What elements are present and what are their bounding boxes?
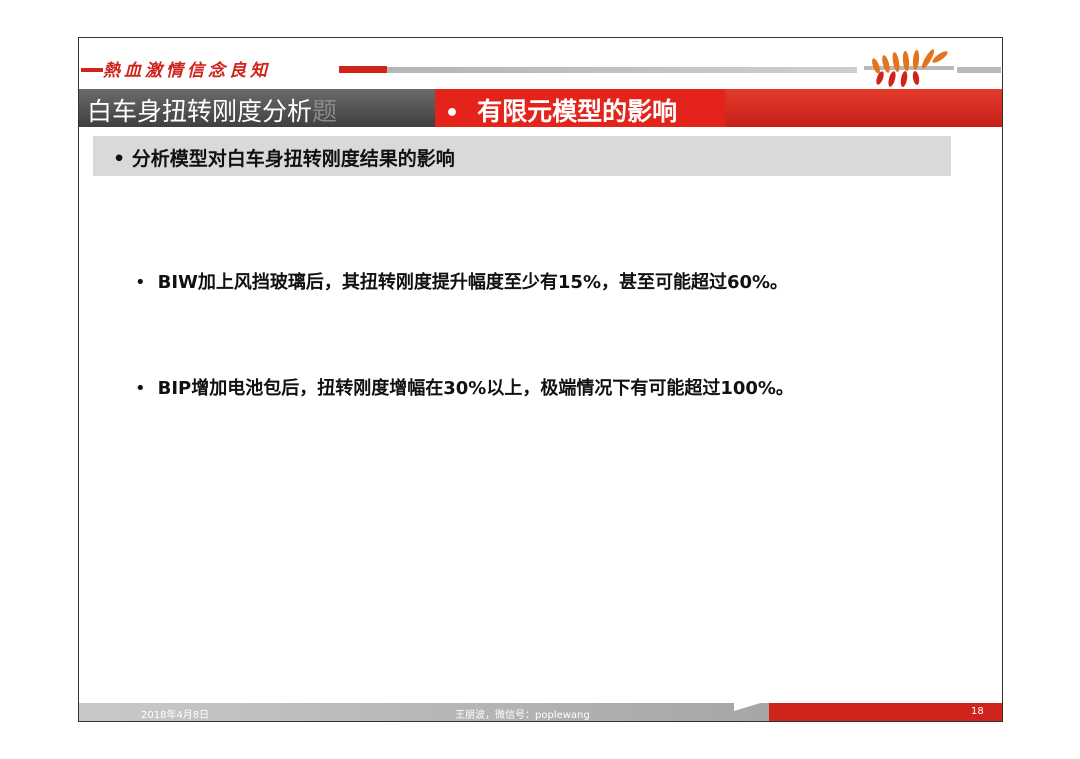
bullet-item: • BIP增加电池包后，扭转刚度增幅在30%以上，极端情况下有可能超过100%。 (135, 374, 794, 400)
bullet-item: • BIW加上风挡玻璃后，其扭转刚度提升幅度至少有15%，甚至可能超过60%。 (135, 268, 788, 294)
topic-bullet: • (445, 101, 460, 126)
subtitle-text: • 分析模型对白车身扭转刚度结果的影响 (113, 144, 455, 171)
section-title-text: 白车身扭转刚度分析 (87, 97, 313, 126)
slide: 熱血激情信念良知 白车身扭转刚度分析题 • 有限元模型的影响 • 分析模型对白车… (78, 37, 1003, 722)
slide-section-title: 白车身扭转刚度分析题 (87, 92, 337, 128)
bullet-mark: • (135, 272, 146, 293)
subtitle-band: • 分析模型对白车身扭转刚度结果的影响 (93, 136, 951, 176)
bullet-text: BIW加上风挡玻璃后，其扭转刚度提升幅度至少有15%，甚至可能超过60%。 (157, 272, 789, 293)
slide-topic-title: • 有限元模型的影响 (445, 92, 677, 128)
header-motto: 熱血激情信念良知 (103, 61, 271, 81)
footer-date: 2018年4月8日 (141, 710, 210, 721)
bullet-mark: • (135, 378, 146, 399)
subtitle-bullet: • (113, 148, 126, 170)
header-gray-bar-right (957, 67, 1001, 73)
subtitle-label: 分析模型对白车身扭转刚度结果的影响 (131, 148, 455, 170)
leaf-decoration-icon (864, 49, 954, 87)
section-title-faded-text: 题 (312, 97, 338, 126)
footer-red-bar (769, 703, 1002, 721)
topic-title-text: 有限元模型的影响 (477, 97, 678, 126)
header-red-bar (339, 66, 387, 73)
header-gray-bar (387, 67, 857, 73)
footer-wedge (734, 699, 774, 711)
header-red-bar-left (81, 68, 103, 72)
page-number: 18 (971, 706, 984, 717)
slide-footer: 2018年4月8日 王朋波，微信号：poplewang 18 (79, 699, 1002, 721)
footer-author: 王朋波，微信号：poplewang (455, 710, 590, 721)
bullet-text: BIP增加电池包后，扭转刚度增幅在30%以上，极端情况下有可能超过100%。 (157, 378, 794, 399)
title-band: 白车身扭转刚度分析题 • 有限元模型的影响 (79, 89, 1002, 127)
